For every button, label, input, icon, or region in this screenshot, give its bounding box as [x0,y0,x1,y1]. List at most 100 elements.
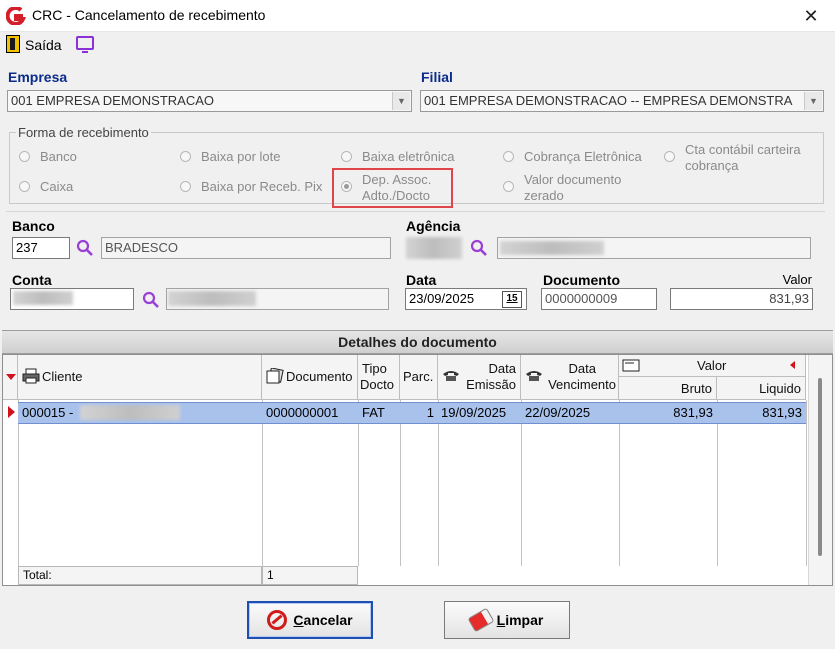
radio-cobranca-eletronica[interactable]: Cobrança Eletrônica [503,149,653,165]
cell-parc[interactable]: 1 [400,405,434,420]
cell-emissao[interactable]: 19/09/2025 [441,405,506,420]
search-icon[interactable] [76,239,94,257]
cell-vencimento[interactable]: 22/09/2025 [525,405,590,420]
exit-button[interactable]: Saída [25,37,62,53]
filial-select[interactable]: 001 EMPRESA DEMONSTRACAO -- EMPRESA DEMO… [420,90,824,112]
valor-input[interactable]: 831,93 [670,288,813,310]
radio-label: Banco [40,149,77,164]
col-label-line1: Data [568,361,596,376]
phone-icon [443,371,459,381]
forma-recebimento-legend: Forma de recebimento [16,125,151,140]
empresa-value: 001 EMPRESA DEMONSTRACAO [11,93,214,108]
col-header-bruto[interactable]: Bruto [619,377,717,400]
col-header-emissao[interactable]: Data Emissão [438,355,521,400]
grid-divider [262,400,263,566]
col-header-vencimento[interactable]: Data Vencimento [521,355,619,400]
conta-label: Conta [12,272,52,288]
radio-caixa[interactable]: Caixa [19,179,99,195]
grid-divider [438,400,439,566]
documento-input[interactable]: 0000000009 [541,288,657,310]
monitor-icon[interactable] [76,36,94,53]
cell-bruto[interactable]: 831,93 [619,405,713,420]
grid-divider [619,400,620,566]
radio-banco[interactable]: Banco [19,149,99,165]
printer-icon [22,368,40,384]
conta-name-field [166,288,389,310]
radio-circle[interactable] [19,151,30,162]
cell-cliente[interactable]: 000015 - [22,405,73,420]
col-label: Parc. [403,369,434,384]
close-button[interactable]: ✕ [796,4,826,28]
search-icon[interactable] [142,291,160,309]
conta-input[interactable] [10,288,134,310]
cell-liquido[interactable]: 831,93 [717,405,802,420]
sort-arrow-icon[interactable] [6,374,16,380]
col-label: Liquido [759,381,801,396]
collapse-arrow-icon[interactable] [790,361,795,369]
col-header-parc[interactable]: Parc. [400,355,438,400]
radio-label: Baixa eletrônica [362,149,455,164]
eraser-icon [468,608,493,632]
col-header-valor-group[interactable]: Valor [619,355,806,377]
exit-door-icon[interactable] [6,35,20,53]
banco-label: Banco [12,218,55,234]
grid-divider [400,400,401,566]
filial-label: Filial [421,69,453,85]
col-header-documento[interactable]: Documento [262,355,358,400]
phone-icon [526,371,542,381]
radio-label-line2: zerado [524,188,564,203]
grid-divider [521,400,522,566]
col-label: Valor [697,358,727,373]
conta-value-redacted [13,291,73,305]
radio-label-line1: Valor documento [524,172,622,187]
radio-circle[interactable] [664,151,675,162]
cancel-button-label: Cancelar [293,612,353,628]
agencia-label: Agência [406,218,461,234]
scrollbar-thumb[interactable] [818,378,822,556]
clear-button[interactable]: Limpar [444,601,570,639]
radio-circle[interactable] [503,181,514,192]
col-header-tipo[interactable]: Tipo Docto [358,355,400,400]
chevron-down-icon[interactable]: ▼ [804,92,822,110]
radio-baixa-eletronica[interactable]: Baixa eletrônica [341,149,471,165]
radio-circle[interactable] [341,151,352,162]
radio-valor-zerado[interactable]: Valor documento zerado [503,172,653,204]
app-logo-icon [6,7,26,25]
col-label: Cliente [42,369,83,384]
cancel-button[interactable]: Cancelar [247,601,373,639]
cliente-name-redacted [80,405,180,420]
radio-label: Baixa por Receb. Pix [201,179,323,194]
calendar-icon[interactable]: 15 [502,291,522,308]
radio-circle[interactable] [503,151,514,162]
radio-cta-contabil[interactable]: Cta contábil carteira cobrança [664,142,814,174]
documento-label: Documento [543,272,620,288]
cell-documento[interactable]: 0000000001 [266,405,338,420]
col-label-line2: Vencimento [548,377,616,392]
radio-baixa-lote[interactable]: Baixa por lote [180,149,300,165]
data-label: Data [406,272,437,288]
banco-code-input[interactable]: 237 [12,237,70,259]
radio-circle[interactable] [180,151,191,162]
empresa-label: Empresa [8,69,68,85]
agencia-name-field [497,237,811,259]
radio-label: Caixa [40,179,74,194]
empresa-select[interactable]: 001 EMPRESA DEMONSTRACAO ▼ [7,90,412,112]
cell-tipo[interactable]: FAT [362,405,385,420]
chevron-down-icon[interactable]: ▼ [392,92,410,110]
valor-label: Valor [782,272,812,287]
search-icon[interactable] [470,239,488,257]
col-label: Documento [286,369,353,384]
grid-divider [358,400,359,566]
radio-circle[interactable] [19,181,30,192]
radio-baixa-pix[interactable]: Baixa por Receb. Pix [180,179,330,195]
radio-circle[interactable] [180,181,191,192]
filial-value: 001 EMPRESA DEMONSTRACAO -- EMPRESA DEMO… [424,93,793,108]
current-row-arrow-icon [8,406,15,418]
agencia-input-redacted[interactable] [406,237,462,259]
col-header-cliente[interactable]: Cliente [18,355,262,400]
grid-title: Detalhes do documento [2,330,833,354]
row-indicator-header [3,355,18,400]
col-label-line1: Tipo [362,361,387,376]
col-header-liquido[interactable]: Liquido [717,377,806,400]
col-label-line2: Docto [360,377,394,392]
